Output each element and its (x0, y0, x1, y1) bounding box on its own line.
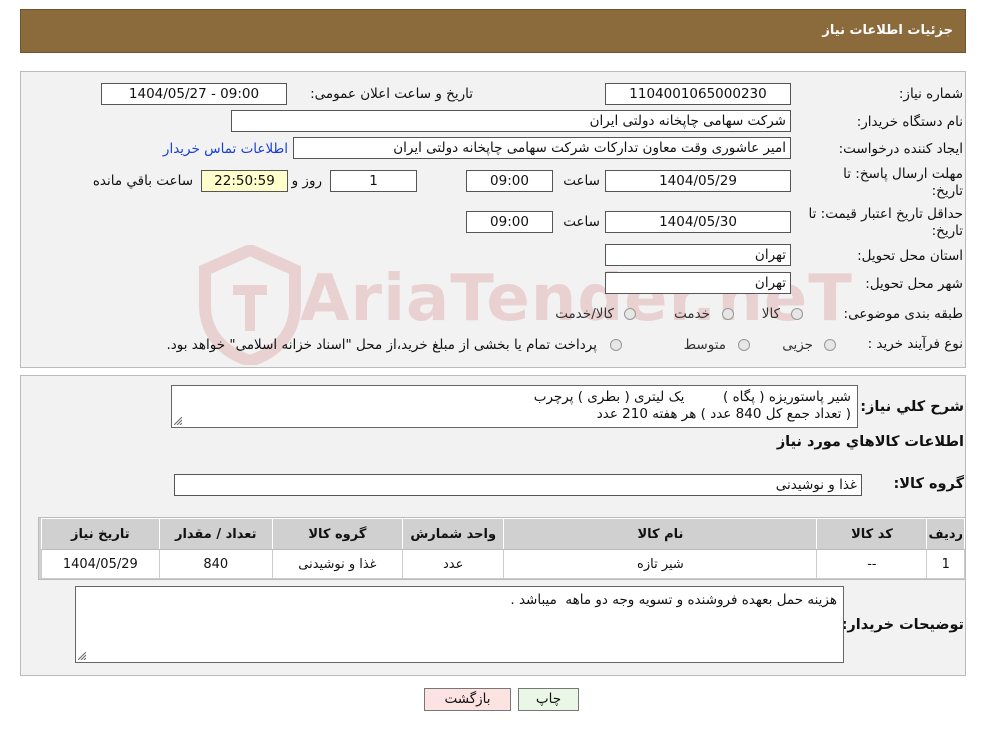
days-label: روز و (291, 173, 322, 189)
description-textarea[interactable]: شیر پاستوریزه ( پگاه ) یک لیتری ( بطری )… (171, 385, 858, 428)
th-goods-group: گروه کالا (271, 518, 403, 550)
price-validity-time-label: ساعت (563, 214, 600, 230)
announce-label: تاریخ و ساعت اعلان عمومی: (310, 86, 473, 102)
buyer-notes-label: توضیحات خریدار: (841, 617, 964, 633)
price-validity-date-field: 1404/05/30 (605, 211, 791, 233)
reply-time-field: 09:00 (466, 170, 553, 192)
days-field: 1 (330, 170, 417, 192)
page-header: جزئیات اطلاعات نیاز (20, 9, 966, 53)
description-line-2: ( تعداد جمع کل 840 عدد ) هر هفته 210 عدد (596, 406, 851, 422)
buyer-notes-textarea[interactable]: هزینه حمل بعهده فروشنده و تسویه وجه دو م… (75, 586, 844, 663)
cell-goods-group: غذا و نوشیدنی (271, 549, 403, 579)
cell-unit: عدد (401, 549, 505, 579)
th-goods-name: نام کالا (503, 518, 818, 550)
resize-grip-icon[interactable] (174, 417, 182, 425)
process-partial-label: جزیی (782, 337, 813, 353)
category-goods-service-label: کالا/خدمت (555, 306, 614, 322)
city-label: شهر محل تحویل: (865, 276, 963, 292)
buyer-notes-text: هزینه حمل بعهده فروشنده و تسویه وجه دو م… (510, 592, 837, 608)
price-validity-label-2: تاریخ: (931, 223, 963, 239)
cell-goods-code: -- (816, 549, 928, 579)
items-table: ردیف کد کالا نام کالا واحد شمارش گروه کا… (41, 518, 965, 579)
reply-deadline-label-1: مهلت ارسال پاسخ: تا (843, 166, 963, 182)
buyer-contact-link[interactable]: اطلاعات تماس خریدار (163, 141, 288, 157)
province-field: تهران (605, 244, 791, 266)
price-validity-time-field: 09:00 (466, 211, 553, 233)
cell-quantity: 840 (158, 549, 273, 579)
creator-label: ایجاد کننده درخواست: (838, 141, 963, 157)
province-label: استان محل تحویل: (857, 248, 963, 264)
th-quantity: تعداد / مقدار (158, 518, 273, 550)
back-button[interactable]: بازگشت (424, 688, 511, 711)
cell-need-date: 1404/05/29 (41, 549, 160, 579)
goods-group-field: غذا و نوشیدنی (174, 474, 862, 496)
process-partial-radio[interactable] (824, 339, 836, 351)
table-row: 1 -- شیر تازه عدد غذا و نوشیدنی 840 1404… (41, 549, 965, 579)
th-goods-code: کد کالا (816, 518, 928, 550)
category-goods-label: کالا (761, 306, 780, 322)
need-number-label: شماره نیاز: (898, 86, 963, 102)
resize-grip-icon[interactable] (78, 652, 86, 660)
price-validity-label-1: حداقل تاریخ اعتبار قیمت: تا (808, 206, 963, 222)
process-label: نوع فرآیند خرید : (867, 336, 963, 352)
need-number-field: 1104001065000230 (605, 83, 791, 105)
reply-deadline-label-2: تاریخ: (931, 183, 963, 199)
process-medium-radio[interactable] (738, 339, 750, 351)
remaining-time-field: 22:50:59 (201, 170, 288, 192)
items-table-wrapper: ردیف کد کالا نام کالا واحد شمارش گروه کا… (38, 517, 966, 580)
process-treasury-radio[interactable] (610, 339, 622, 351)
cell-goods-name: شیر تازه (503, 549, 818, 579)
buyer-org-label: نام دستگاه خریدار: (856, 114, 963, 130)
process-medium-label: متوسط (683, 337, 726, 353)
category-service-radio[interactable] (722, 308, 734, 320)
th-row-number: ردیف (926, 518, 965, 550)
goods-group-label: گروه کالا: (893, 476, 964, 492)
buyer-org-field: شرکت سهامی چاپخانه دولتی ایران (231, 110, 791, 132)
category-service-label: خدمت (674, 306, 710, 322)
page-title: جزئیات اطلاعات نیاز (822, 23, 953, 38)
remaining-time-label: ساعت باقي مانده (92, 173, 193, 189)
description-label: شرح کلي نياز: (860, 399, 964, 415)
category-goods-radio[interactable] (791, 308, 803, 320)
reply-time-label: ساعت (563, 173, 600, 189)
table-header-row: ردیف کد کالا نام کالا واحد شمارش گروه کا… (41, 518, 965, 550)
goods-info-title: اطلاعات کالاهاي مورد نياز (776, 434, 964, 450)
announce-field: 1404/05/27 - 09:00 (101, 83, 287, 105)
creator-field: امیر عاشوری وقت معاون تدارکات شرکت سهامی… (293, 137, 791, 159)
description-line-1: شیر پاستوریزه ( پگاه ) یک لیتری ( بطری )… (533, 389, 851, 405)
category-goods-service-radio[interactable] (624, 308, 636, 320)
th-need-date: تاریخ نیاز (41, 518, 160, 550)
print-button[interactable]: چاپ (518, 688, 579, 711)
process-note: پرداخت تمام یا بخشی از مبلغ خرید،از محل … (166, 337, 597, 353)
th-unit: واحد شمارش (401, 518, 505, 550)
cell-row-number: 1 (926, 549, 965, 579)
reply-date-field: 1404/05/29 (605, 170, 791, 192)
city-field: تهران (605, 272, 791, 294)
category-label: طبقه بندی موضوعی: (843, 306, 963, 322)
